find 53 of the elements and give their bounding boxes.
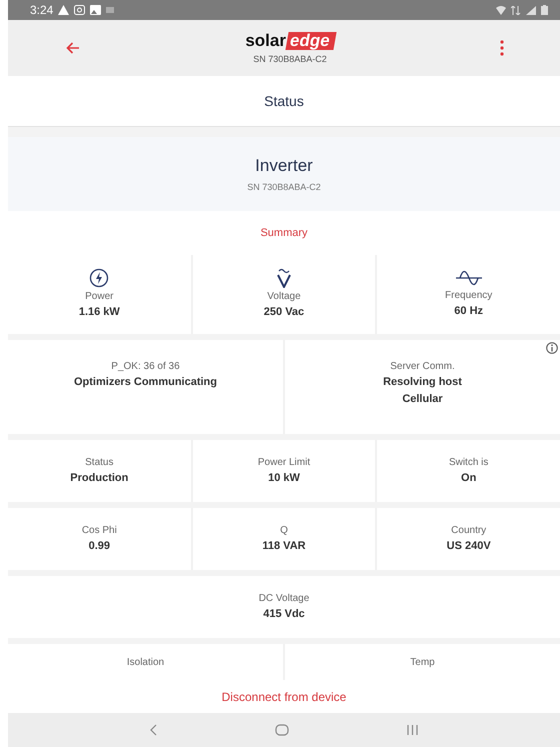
metric-value: 415 Vdc [263, 606, 305, 622]
disconnect-link[interactable]: Disconnect from device [218, 688, 350, 706]
metric-value: On [461, 470, 476, 486]
metric-label: Isolation [126, 656, 164, 670]
metric-value: 10 kW [268, 470, 300, 486]
metric-label: Country [451, 524, 486, 538]
metric-value: 250 Vac [264, 305, 304, 320]
serial-number: SN 730B8ABA-C2 [247, 182, 321, 192]
section-title[interactable]: Summary [260, 227, 308, 239]
serial-number: SN 730B8ABA-C2 [253, 54, 327, 64]
metric-label: Server Comm. [390, 360, 455, 374]
notification-icon [74, 5, 86, 15]
recent-apps-icon [407, 724, 418, 736]
wifi-icon [496, 6, 506, 14]
metric-label: Voltage [267, 290, 301, 304]
metric-value: 118 VAR [262, 538, 306, 554]
info-button[interactable] [546, 342, 558, 354]
metric-value: 1.16 kW [78, 305, 120, 320]
chevron-left-icon [150, 724, 157, 736]
back-arrow-icon [66, 42, 80, 54]
metric-label: Switch is [448, 456, 488, 470]
logo: solar edge [245, 32, 335, 50]
metric-label: Q [280, 524, 288, 538]
metric-label: Cos Phi [82, 524, 117, 538]
warning-icon [58, 5, 70, 15]
image-icon [90, 5, 102, 15]
info-icon [546, 342, 558, 354]
metric-label: Temp [410, 656, 435, 670]
clock-text: 3:24 [30, 3, 54, 17]
voltage-icon [276, 268, 292, 288]
metric-value: Optimizers Communicating [74, 375, 218, 390]
device-name: Inverter [255, 156, 313, 176]
metric-label: Power [85, 290, 114, 304]
more-icon [500, 40, 504, 56]
data-icon [511, 6, 521, 14]
metric-label: DC Voltage [258, 592, 310, 606]
metric-value: Cellular [402, 392, 443, 407]
battery-icon [541, 5, 548, 15]
metric-value: 0.99 [88, 538, 110, 554]
metric-label: Frequency [445, 289, 492, 303]
metric-label: Status [85, 456, 114, 470]
signal-icon [526, 6, 536, 14]
metric-value: Production [70, 470, 128, 486]
metric-label: Power Limit [258, 456, 310, 470]
page-title: Status [264, 93, 304, 109]
notification-icon [106, 7, 114, 13]
sine-wave-icon [456, 269, 482, 287]
power-icon [89, 268, 110, 288]
home-icon [275, 724, 289, 736]
metric-label: P_OK: 36 of 36 [111, 360, 180, 374]
metric-value: Resolving host [383, 375, 462, 390]
metric-value: 60 Hz [454, 304, 484, 319]
metric-value: US 240V [446, 538, 491, 554]
